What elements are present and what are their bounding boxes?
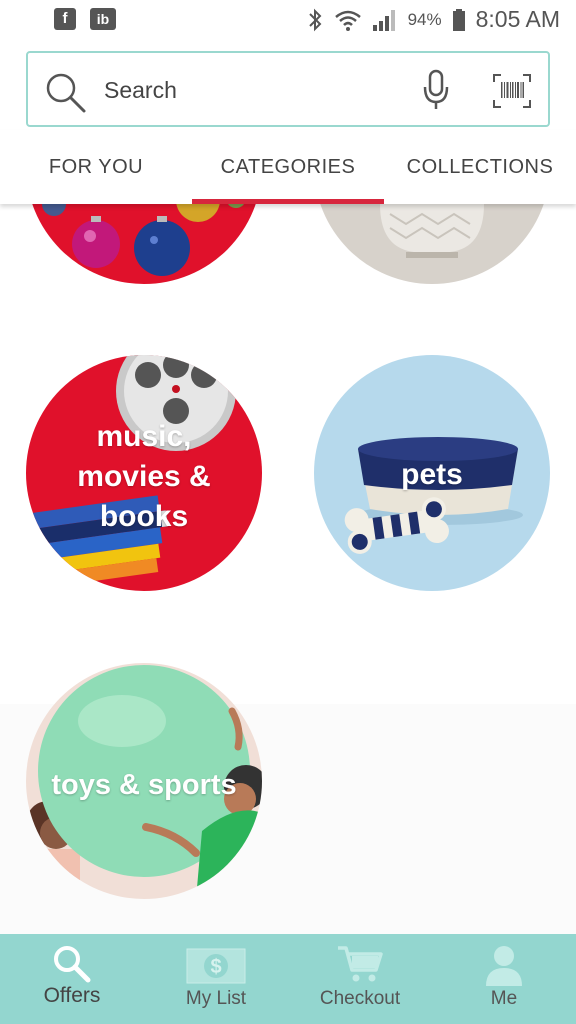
notification-icons: f ib [54, 8, 116, 30]
category-holiday[interactable] [26, 204, 262, 284]
search-icon [54, 946, 91, 983]
bottom-navigation: Offers $ My List Checkout Me [0, 934, 576, 1024]
nav-offers-label: Offers [43, 984, 101, 1007]
vase-image [380, 204, 484, 258]
cart-icon [338, 946, 383, 982]
microphone-icon[interactable] [422, 69, 450, 111]
search-icon [46, 73, 86, 113]
battery-percent: 94% [407, 9, 442, 29]
nav-me-label: Me [490, 988, 518, 1009]
svg-text:$: $ [210, 956, 221, 978]
status-bar: f ib 94% 8:05 AM [0, 0, 576, 40]
nav-me[interactable]: Me [432, 934, 576, 1024]
category-music-movies-books[interactable]: music, movies & books [26, 355, 262, 591]
category-label-pets: pets [401, 458, 463, 491]
signal-icon [372, 9, 395, 31]
nav-checkout-label: Checkout [319, 988, 401, 1009]
search-bar[interactable] [26, 51, 550, 127]
nav-my-list-label: My List [185, 988, 247, 1009]
dollar-list-icon: $ [186, 948, 246, 984]
battery-icon [452, 8, 465, 31]
barcode-scanner-icon[interactable] [492, 73, 532, 109]
tab-categories[interactable]: CATEGORIES [192, 130, 384, 204]
category-tabs: FOR YOU CATEGORIES COLLECTIONS [0, 130, 576, 204]
app-screen: f ib 94% 8:05 AM Search FOR YOU CATEGORI… [0, 0, 576, 1024]
bluetooth-icon [308, 8, 321, 31]
search-input[interactable] [104, 73, 404, 107]
nav-offers[interactable]: Offers [0, 934, 144, 1024]
clock: 8:05 AM [475, 6, 560, 32]
category-label-music: music, movies & books [77, 420, 211, 533]
category-pets[interactable]: pets [314, 355, 550, 591]
tab-for-you[interactable]: FOR YOU [0, 130, 192, 204]
category-label-toys: toys & sports [51, 769, 237, 801]
system-status: 94% 8:05 AM [306, 6, 560, 33]
nav-my-list[interactable]: $ My List [144, 934, 288, 1024]
category-toys-sports[interactable]: toys & sports [26, 663, 262, 899]
category-home[interactable] [314, 204, 550, 284]
ornaments-image [42, 204, 244, 276]
tab-collections[interactable]: COLLECTIONS [384, 130, 576, 204]
person-icon [486, 946, 522, 986]
ib-notification-icon: ib [90, 8, 116, 30]
facebook-notification-icon: f [54, 8, 76, 30]
categories-grid: music, movies & books pets toys & sports [0, 204, 576, 934]
nav-checkout[interactable]: Checkout [288, 934, 432, 1024]
wifi-icon [334, 10, 361, 31]
